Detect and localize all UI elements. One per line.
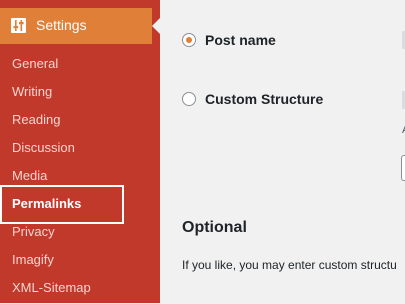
tag-button[interactable] <box>401 155 405 181</box>
sidebar-item-privacy[interactable]: Privacy <box>0 220 160 248</box>
settings-submenu: General Writing Reading Discussion Media… <box>0 52 160 304</box>
optional-heading: Optional <box>182 219 247 236</box>
custom-structure-radio[interactable] <box>182 92 196 106</box>
option-custom-structure[interactable]: Custom Structure <box>182 91 323 107</box>
sidebar-item-discussion[interactable]: Discussion <box>0 136 160 164</box>
sidebar-item-permalinks[interactable]: Permalinks <box>0 192 160 220</box>
sliders-icon <box>11 18 26 33</box>
active-menu-arrow <box>152 18 160 34</box>
post-name-radio[interactable] <box>182 33 196 47</box>
sidebar-item-general[interactable]: General <box>0 52 160 80</box>
sidebar-item-reading[interactable]: Reading <box>0 108 160 136</box>
custom-structure-label: Custom Structure <box>205 91 324 107</box>
settings-menu-header[interactable]: Settings <box>0 8 152 44</box>
sidebar-item-media[interactable]: Media <box>0 164 160 192</box>
option-post-name[interactable]: Post name <box>182 32 276 48</box>
sidebar-item-imagify[interactable]: Imagify <box>0 248 160 276</box>
post-name-label: Post name <box>205 32 276 48</box>
settings-menu-label: Settings <box>36 17 87 33</box>
optional-description: If you like, you may enter custom struct… <box>182 258 397 272</box>
sidebar-item-xml-sitemap[interactable]: XML-Sitemap <box>0 276 160 304</box>
admin-sidebar: Settings General Writing Reading Discuss… <box>0 0 160 303</box>
sidebar-item-writing[interactable]: Writing <box>0 80 160 108</box>
